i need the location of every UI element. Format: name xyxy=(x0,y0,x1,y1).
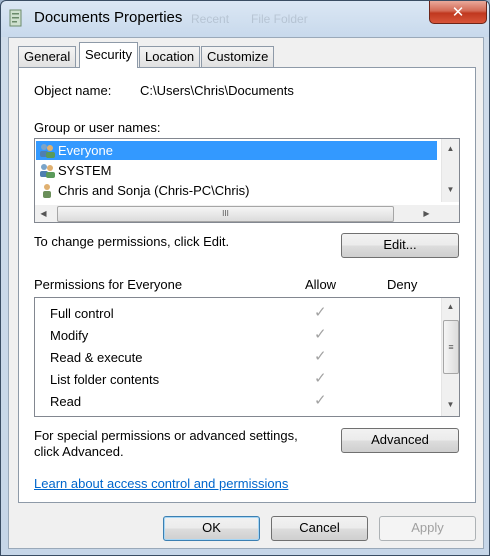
scroll-up-arrow-icon[interactable]: ▲ xyxy=(442,302,459,311)
tab-security[interactable]: Security xyxy=(79,42,138,68)
object-name-value: C:\Users\Chris\Documents xyxy=(140,83,294,98)
apply-button[interactable]: Apply xyxy=(379,516,476,541)
object-name-label: Object name: xyxy=(34,83,112,98)
tab-general[interactable]: General xyxy=(18,46,77,67)
group-list-vertical-scrollbar[interactable]: ▲ ▼ xyxy=(441,139,459,202)
dialog-button-bar: OK Cancel Apply xyxy=(9,504,483,548)
user-icon xyxy=(43,184,51,198)
allow-checkmark-icon: ✓ xyxy=(314,326,327,343)
scroll-down-arrow-icon[interactable]: ▼ xyxy=(442,185,459,194)
cancel-button[interactable]: Cancel xyxy=(271,516,368,541)
allow-column-header: Allow xyxy=(305,277,337,292)
advanced-hint-line1: For special permissions or advanced sett… xyxy=(34,428,298,443)
group-user-list[interactable]: Everyone SYSTEM Chris and Sonja (Chris-P… xyxy=(34,138,460,223)
background-ghost-text: File Folder xyxy=(251,12,308,26)
vertical-scroll-thumb[interactable]: ≡ xyxy=(443,320,459,374)
allow-checkmark-icon: ✓ xyxy=(314,348,327,365)
list-item-system[interactable]: SYSTEM xyxy=(36,161,437,180)
ok-button[interactable]: OK xyxy=(163,516,260,541)
learn-more-link[interactable]: Learn about access control and permissio… xyxy=(34,476,288,491)
permissions-list[interactable]: Full control ✓ Modify ✓ Read & execute ✓… xyxy=(34,297,460,417)
dialog-client-area: General Security Location Customize Obje… xyxy=(8,37,484,549)
permission-row: Modify ✓ xyxy=(50,326,327,343)
deny-column-header: Deny xyxy=(387,277,418,292)
permission-row: Read & execute ✓ xyxy=(50,348,327,365)
background-ghost-text: Recent xyxy=(191,12,230,26)
scroll-up-arrow-icon[interactable]: ▲ xyxy=(442,144,459,153)
list-item-everyone[interactable]: Everyone xyxy=(36,141,437,160)
group-users-icon xyxy=(40,164,55,178)
edit-button[interactable]: Edit... xyxy=(341,233,459,258)
allow-checkmark-icon: ✓ xyxy=(314,370,327,387)
permission-row: Read ✓ xyxy=(50,392,327,409)
title-bar[interactable]: Documents Properties Recent File Folder … xyxy=(1,1,489,35)
horizontal-scroll-thumb[interactable]: III xyxy=(57,206,394,222)
scroll-left-arrow-icon[interactable]: ◀ xyxy=(35,209,52,218)
group-users-icon xyxy=(40,144,55,158)
scroll-down-arrow-icon[interactable]: ▼ xyxy=(442,400,459,409)
advanced-hint-line2: click Advanced. xyxy=(34,444,124,459)
tab-location[interactable]: Location xyxy=(139,46,201,67)
change-permissions-hint: To change permissions, click Edit. xyxy=(34,234,230,249)
list-item-chris[interactable]: Chris and Sonja (Chris-PC\Chris) xyxy=(36,181,437,200)
security-tab-panel: Object name: C:\Users\Chris\Documents Gr… xyxy=(18,67,476,503)
tab-customize[interactable]: Customize xyxy=(201,46,275,67)
group-list-horizontal-scrollbar[interactable]: ◀ III ▶ xyxy=(35,205,459,222)
permission-row: Full control ✓ xyxy=(50,304,327,321)
scroll-right-arrow-icon[interactable]: ▶ xyxy=(418,209,435,218)
allow-checkmark-icon: ✓ xyxy=(314,304,327,321)
properties-window: Documents Properties Recent File Folder … xyxy=(0,0,490,556)
close-button[interactable]: ✕ xyxy=(429,1,487,24)
permissions-vertical-scrollbar[interactable]: ▲ ≡ ▼ xyxy=(441,298,459,416)
folder-properties-icon xyxy=(9,9,22,27)
window-title: Documents Properties xyxy=(34,9,183,26)
permission-row: List folder contents ✓ xyxy=(50,370,327,387)
allow-checkmark-icon: ✓ xyxy=(314,392,327,409)
permissions-for-label: Permissions for Everyone xyxy=(34,277,183,292)
group-list-label: Group or user names: xyxy=(34,120,161,135)
close-icon: ✕ xyxy=(451,4,465,21)
advanced-button[interactable]: Advanced xyxy=(341,428,459,453)
